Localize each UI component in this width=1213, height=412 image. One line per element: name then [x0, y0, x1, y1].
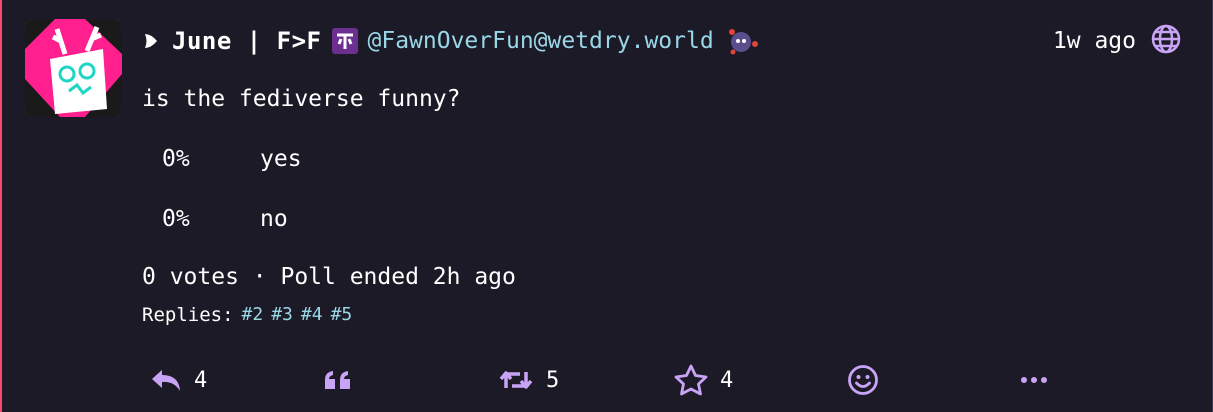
poll-label: yes: [260, 146, 302, 172]
reply-link[interactable]: #2: [242, 304, 264, 326]
reply-link[interactable]: #4: [301, 304, 323, 326]
favourite-button[interactable]: 4: [674, 360, 733, 400]
avatar[interactable]: [25, 19, 122, 117]
favourite-count: 4: [720, 367, 734, 393]
replies: Replies: #2 #3 #4 #5: [142, 304, 352, 326]
timestamp[interactable]: 1w ago: [1053, 28, 1136, 54]
action-bar: 4 5 4: [2, 360, 1213, 400]
quote-button[interactable]: [323, 360, 353, 400]
more-button[interactable]: [1020, 360, 1048, 400]
post-header: June | F>F @FawnOverFun@wetdry.world: [142, 20, 762, 62]
quote-icon: [323, 368, 353, 392]
reply-count: 4: [194, 367, 208, 393]
globe-icon: [1150, 23, 1182, 59]
post-card: June | F>F @FawnOverFun@wetdry.world 1w …: [0, 0, 1213, 412]
poll-footer: 0 votes · Poll ended 2h ago: [142, 264, 516, 290]
poll-percent: 0%: [162, 206, 190, 232]
reply-link[interactable]: #3: [271, 304, 293, 326]
pronoun-badge-icon: [331, 28, 358, 54]
emoji-react-icon: [847, 364, 879, 396]
poll-percent: 0%: [162, 146, 190, 172]
post-meta: 1w ago: [1053, 20, 1182, 62]
display-name[interactable]: June | F>F: [172, 27, 322, 55]
heart-icon: [142, 30, 162, 52]
instance-emoji-icon: [724, 22, 762, 60]
poll-option: 0% no: [162, 206, 288, 232]
post-content: is the fediverse funny?: [142, 86, 461, 112]
reply-icon: [150, 366, 182, 394]
reply-button[interactable]: 4: [150, 360, 207, 400]
poll-option: 0% yes: [162, 146, 302, 172]
boost-count: 5: [546, 367, 560, 393]
emoji-react-button[interactable]: [847, 360, 879, 400]
boost-icon: [498, 366, 534, 394]
replies-label: Replies:: [142, 304, 234, 326]
star-icon: [674, 364, 708, 396]
poll-label: no: [260, 206, 288, 232]
reply-link[interactable]: #5: [331, 304, 353, 326]
more-icon: [1020, 375, 1048, 385]
account-handle[interactable]: @FawnOverFun@wetdry.world: [368, 28, 714, 54]
boost-button[interactable]: 5: [498, 360, 559, 400]
